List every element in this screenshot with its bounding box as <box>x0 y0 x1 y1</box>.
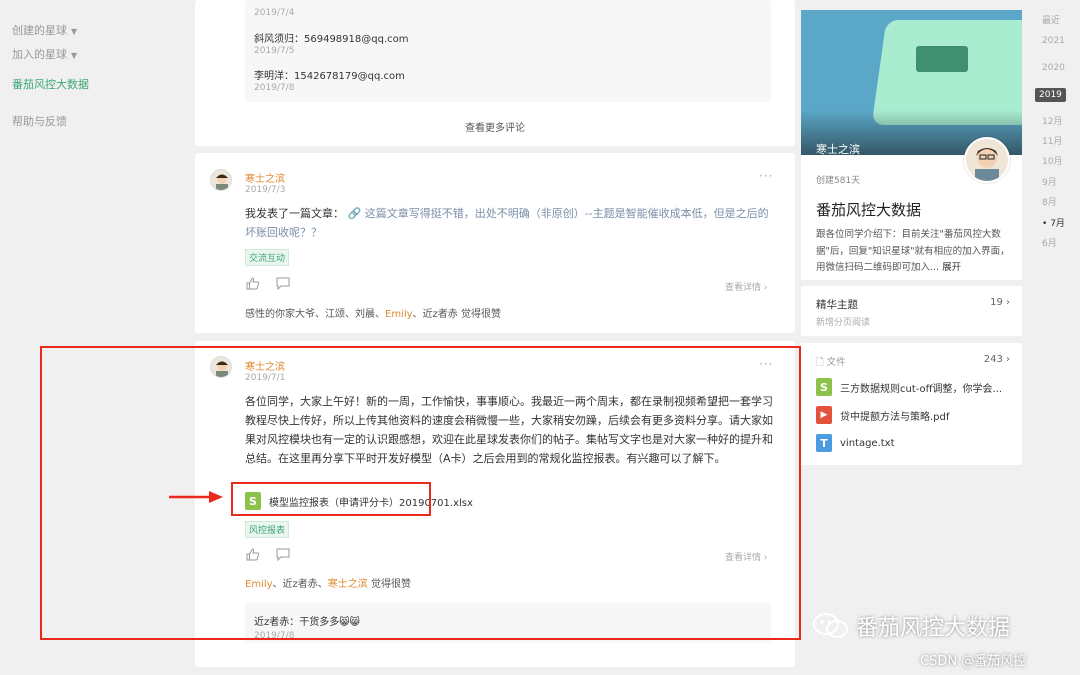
post-date: 2019/7/3 <box>245 185 286 195</box>
timeline-item[interactable]: 11月 <box>1042 134 1062 147</box>
comment-list: 2019/7/4 斜风须归：569498918@qq.com 2019/7/5 … <box>245 0 771 102</box>
view-detail-label: 查看详情 <box>725 283 762 293</box>
timeline-current-label: 7月 <box>1050 219 1065 229</box>
timeline-item[interactable]: 最近 <box>1042 13 1060 26</box>
comment-author: 斜风须归：569498918@qq.com <box>254 34 409 45</box>
files-count-value: 243 <box>983 354 1003 365</box>
featured-topics-card[interactable]: 精华主题 新增分页阅读 19 › <box>801 286 1022 336</box>
file-item[interactable]: ▶ 贷中提额方法与策略.pdf <box>816 406 1016 424</box>
likes-suffix: 、近z者赤 觉得很赞 <box>412 309 501 320</box>
caret-down-icon: ▼ <box>71 51 78 60</box>
timeline-item-current[interactable]: • 7月 <box>1042 216 1065 229</box>
nav-created-planets[interactable]: 创建的星球 ▼ <box>12 22 77 38</box>
files-title: 文件 <box>826 357 846 368</box>
planet-info-card: 寒士之滨 创建581天 番茄风控大数据 跟各位同学介绍下：目前关注"番茄风控大数… <box>801 10 1022 280</box>
file-name: vintage.txt <box>840 437 895 449</box>
planet-description: 跟各位同学介绍下：目前关注"番茄风控大数据"后，回复"知识星球"就有相应的加入界… <box>816 227 1012 277</box>
nav-joined-label: 加入的星球 <box>12 48 67 61</box>
pdf-file-icon: ▶ <box>816 406 832 424</box>
planet-description-text: 跟各位同学介绍下：目前关注"番茄风控大数据"后，回复"知识星球"就有相应的加入界… <box>816 229 1010 273</box>
timeline-item[interactable]: 8月 <box>1042 195 1057 208</box>
likers: 感性的你家大爷、江颂、刘晨、 <box>245 309 385 320</box>
timeline-item[interactable]: 12月 <box>1042 114 1062 127</box>
file-icon: 🗋 <box>816 357 824 368</box>
post-text: 我发表了一篇文章： <box>245 207 344 220</box>
comment-date: 2019/7/4 <box>254 8 295 18</box>
featured-subtitle: 新增分页阅读 <box>816 318 871 328</box>
nav-help[interactable]: 帮助与反馈 <box>12 113 67 129</box>
text-file-icon: T <box>816 434 832 452</box>
timeline-item[interactable]: 2020 <box>1042 63 1065 73</box>
cover-graphic-slot <box>916 46 968 72</box>
file-name: 贷中提额方法与策略.pdf <box>840 411 950 423</box>
timeline-item[interactable]: 6月 <box>1042 236 1057 249</box>
topic-tag[interactable]: 交流互动 <box>245 249 290 266</box>
planet-title: 番茄风控大数据 <box>816 201 922 219</box>
post-card: 寒士之滨 2019/7/3 ··· 我发表了一篇文章： 🔗 这篇文章写得挺不错，… <box>195 153 795 333</box>
watermark-brand: 番茄风控大数据 <box>856 616 1011 641</box>
file-item[interactable]: S 三方数据规则cut-off调整，你学会... <box>816 378 1016 396</box>
expand-link[interactable]: 展开 <box>942 262 961 273</box>
like-icon[interactable] <box>246 277 260 290</box>
files-count[interactable]: 243 › <box>984 354 1010 365</box>
likes-line: 感性的你家大爷、江颂、刘晨、Emily、近z者赤 觉得很赞 <box>245 305 501 320</box>
nav-joined-planets[interactable]: 加入的星球 ▼ <box>12 46 77 62</box>
comment-date: 2019/7/5 <box>254 46 295 56</box>
see-more-comments-link[interactable]: 查看更多评论 <box>195 119 795 134</box>
featured-title: 精华主题 <box>816 299 858 311</box>
annotation-arrow-icon <box>169 491 223 503</box>
comment-icon[interactable] <box>276 277 290 290</box>
view-detail-link[interactable]: 查看详情 › <box>725 280 767 293</box>
nav-created-label: 创建的星球 <box>12 24 67 37</box>
annotation-attachment-frame <box>231 482 431 516</box>
caret-down-icon: ▼ <box>71 27 78 36</box>
featured-count-value: 19 <box>990 297 1003 308</box>
wechat-watermark: 番茄风控大数据 <box>812 610 1010 642</box>
planet-created-days: 创建581天 <box>816 176 861 186</box>
comment-author: 李明洋：1542678179@qq.com <box>254 71 405 82</box>
liker-highlight[interactable]: Emily <box>385 309 413 320</box>
owner-avatar[interactable] <box>964 137 1010 183</box>
timeline-item[interactable]: 2021 <box>1042 36 1065 46</box>
timeline-item[interactable]: 9月 <box>1042 175 1057 188</box>
planet-owner[interactable]: 寒士之滨 <box>816 141 860 155</box>
spreadsheet-file-icon: S <box>816 378 832 396</box>
timeline-dot-icon: • <box>1042 219 1048 229</box>
planet-cover-image: 寒士之滨 <box>801 10 1022 155</box>
files-card: 🗋 文件 243 › S 三方数据规则cut-off调整，你学会... ▶ 贷中… <box>801 343 1022 465</box>
wechat-icon <box>813 613 848 638</box>
avatar-illustration-icon <box>216 174 228 190</box>
nav-current-planet[interactable]: 番茄风控大数据 <box>12 76 89 92</box>
featured-count: 19 › <box>990 297 1010 308</box>
post-body: 我发表了一篇文章： 🔗 这篇文章写得挺不错，出处不明确（非原创）--主题是智能催… <box>245 204 775 242</box>
files-header[interactable]: 🗋 文件 <box>816 354 846 371</box>
csdn-watermark: CSDN @番茄风控 <box>920 654 1027 669</box>
timeline-item-active[interactable]: 2019 <box>1035 88 1066 102</box>
more-options-icon[interactable]: ··· <box>759 169 773 183</box>
post-author[interactable]: 寒士之滨 <box>245 170 285 185</box>
timeline-nav: 最近 2021 2020 2019 12月 11月 10月 9月 8月 • 7月… <box>1033 0 1080 675</box>
avatar-illustration-icon <box>975 148 999 181</box>
file-name: 三方数据规则cut-off调整，你学会... <box>840 383 1003 395</box>
author-avatar[interactable] <box>210 169 232 191</box>
timeline-item[interactable]: 10月 <box>1042 154 1062 167</box>
comment-date: 2019/7/8 <box>254 83 295 93</box>
file-item[interactable]: T vintage.txt <box>816 434 1016 452</box>
post-card-prev: 2019/7/4 斜风须归：569498918@qq.com 2019/7/5 … <box>195 0 795 146</box>
